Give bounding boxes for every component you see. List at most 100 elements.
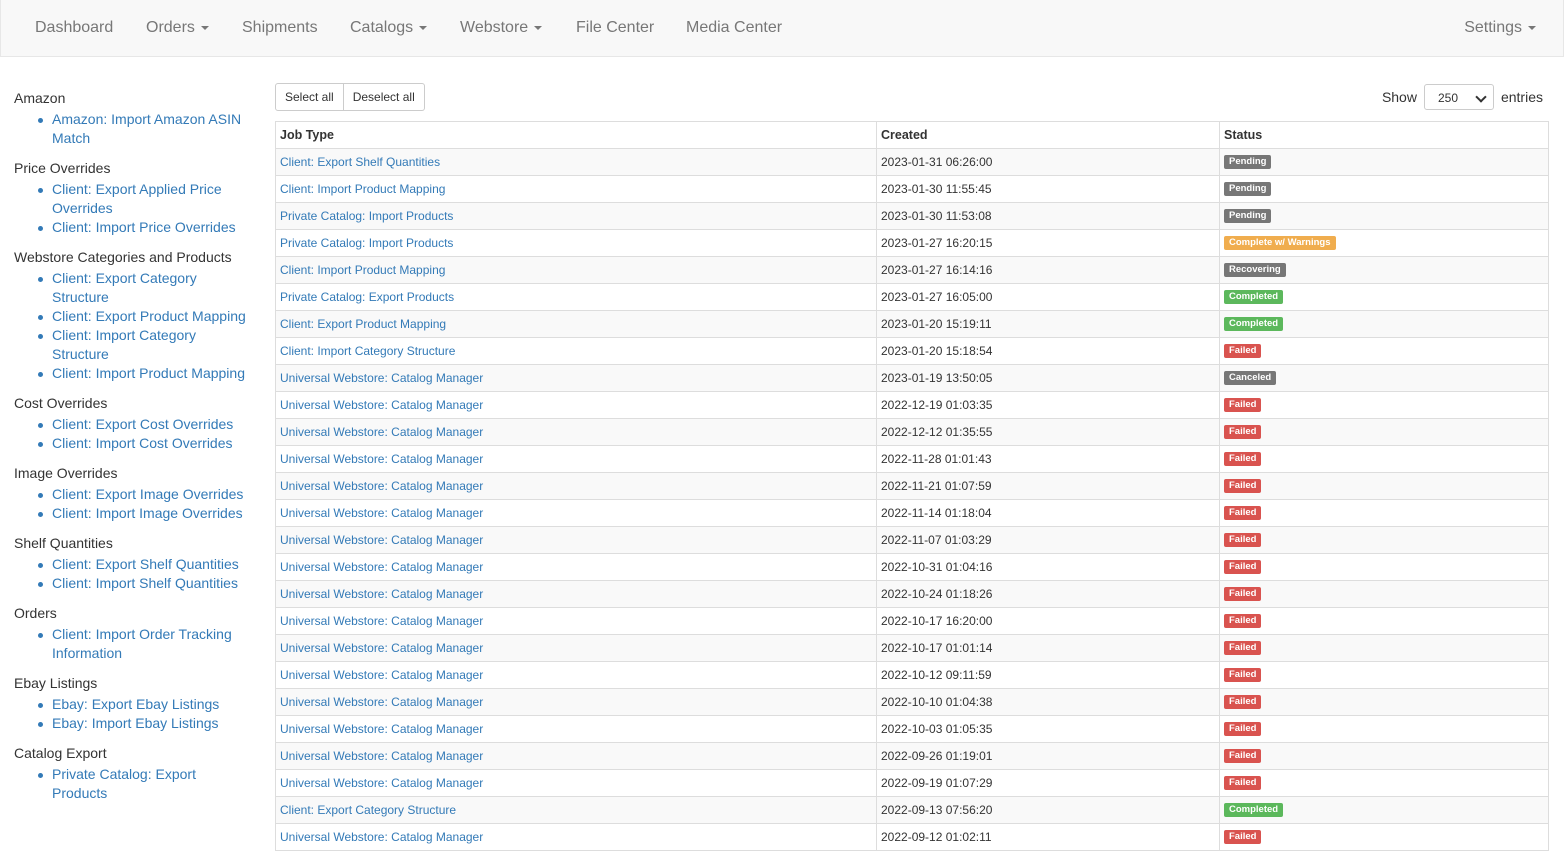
status-cell: Failed (1219, 526, 1549, 554)
sidebar-job-link[interactable]: Client: Import Shelf Quantities (52, 575, 238, 591)
nav-item-shipments[interactable]: Shipments (242, 0, 318, 56)
sidebar-link-list: Amazon: Import Amazon ASIN Match (14, 110, 254, 156)
job-type-link[interactable]: Client: Import Category Structure (280, 344, 455, 358)
created-cell: 2022-11-07 01:03:29 (876, 526, 1220, 554)
job-type-cell: Universal Webstore: Catalog Manager (275, 607, 877, 635)
status-badge: Pending (1224, 209, 1272, 224)
job-type-link[interactable]: Private Catalog: Export Products (280, 290, 454, 304)
job-type-link[interactable]: Universal Webstore: Catalog Manager (280, 614, 483, 628)
status-cell: Failed (1219, 418, 1549, 446)
sidebar-job-link[interactable]: Client: Import Price Overrides (52, 219, 236, 235)
nav-item-settings[interactable]: Settings (1464, 0, 1536, 56)
job-type-link[interactable]: Universal Webstore: Catalog Manager (280, 398, 483, 412)
job-type-cell: Universal Webstore: Catalog Manager (275, 472, 877, 500)
job-type-link[interactable]: Universal Webstore: Catalog Manager (280, 371, 483, 385)
table-row: Universal Webstore: Catalog Manager 2022-… (275, 769, 1549, 797)
created-cell: 2022-09-19 01:07:29 (876, 769, 1220, 797)
nav-item-webstore[interactable]: Webstore (460, 0, 543, 56)
status-cell: Failed (1219, 715, 1549, 743)
column-header-created[interactable]: Created (876, 121, 1220, 149)
status-badge: Failed (1224, 668, 1262, 683)
sidebar-job-link[interactable]: Client: Export Image Overrides (52, 486, 243, 502)
job-type-link[interactable]: Universal Webstore: Catalog Manager (280, 587, 483, 601)
column-header-status[interactable]: Status (1219, 121, 1549, 149)
job-type-link[interactable]: Universal Webstore: Catalog Manager (280, 425, 483, 439)
table-row: Client: Export Category Structure 2022-09… (275, 796, 1549, 824)
sidebar-job-link[interactable]: Client: Export Cost Overrides (52, 416, 233, 432)
sidebar-job-link[interactable]: Client: Export Shelf Quantities (52, 556, 239, 572)
job-type-link[interactable]: Private Catalog: Import Products (280, 236, 453, 250)
created-cell: 2022-10-10 01:04:38 (876, 688, 1220, 716)
sidebar-job-link[interactable]: Private Catalog: Export Products (52, 766, 196, 801)
sidebar-job-link[interactable]: Client: Export Product Mapping (52, 308, 246, 324)
job-type-cell: Client: Export Category Structure (275, 796, 877, 824)
job-type-cell: Universal Webstore: Catalog Manager (275, 715, 877, 743)
status-cell: Failed (1219, 634, 1549, 662)
job-type-link[interactable]: Universal Webstore: Catalog Manager (280, 506, 483, 520)
job-type-link[interactable]: Universal Webstore: Catalog Manager (280, 668, 483, 682)
nav-item-file-center[interactable]: File Center (576, 0, 654, 56)
status-cell: Failed (1219, 391, 1549, 419)
job-type-link[interactable]: Universal Webstore: Catalog Manager (280, 749, 483, 763)
sidebar-link-list: Private Catalog: Export Products (14, 765, 254, 811)
job-type-link[interactable]: Client: Export Product Mapping (280, 317, 446, 331)
job-type-cell: Universal Webstore: Catalog Manager (275, 418, 877, 446)
job-type-link[interactable]: Private Catalog: Import Products (280, 209, 453, 223)
job-type-link[interactable]: Universal Webstore: Catalog Manager (280, 533, 483, 547)
deselect-all-button[interactable]: Deselect all (343, 83, 425, 111)
table-row: Universal Webstore: Catalog Manager 2022-… (275, 715, 1549, 743)
status-badge: Failed (1224, 641, 1262, 656)
sidebar-group-title: Webstore Categories and Products (14, 249, 232, 265)
job-type-link[interactable]: Universal Webstore: Catalog Manager (280, 560, 483, 574)
job-type-link[interactable]: Universal Webstore: Catalog Manager (280, 776, 483, 790)
entries-show-label: Show (1381, 89, 1417, 105)
table-row: Universal Webstore: Catalog Manager 2022-… (275, 580, 1549, 608)
nav-item-catalogs[interactable]: Catalogs (350, 0, 428, 56)
sidebar-job-link[interactable]: Client: Import Product Mapping (52, 365, 245, 381)
table-row: Universal Webstore: Catalog Manager 2022-… (275, 391, 1549, 419)
sidebar-job-link[interactable]: Client: Import Order Tracking Informatio… (52, 626, 232, 661)
status-badge: Failed (1224, 452, 1262, 467)
job-type-link[interactable]: Client: Import Product Mapping (280, 182, 445, 196)
job-type-link[interactable]: Universal Webstore: Catalog Manager (280, 479, 483, 493)
nav-item-media-center[interactable]: Media Center (686, 0, 782, 56)
sidebar-job-link[interactable]: Client: Export Applied Price Overrides (52, 181, 222, 216)
job-type-cell: Client: Import Product Mapping (275, 175, 877, 203)
created-cell: 2023-01-27 16:20:15 (876, 229, 1220, 257)
sidebar-job-link[interactable]: Client: Import Image Overrides (52, 505, 243, 521)
sidebar-job-link[interactable]: Ebay: Export Ebay Listings (52, 696, 219, 712)
job-type-link[interactable]: Universal Webstore: Catalog Manager (280, 695, 483, 709)
sidebar-job-link[interactable]: Client: Import Category Structure (52, 327, 196, 362)
entries-select[interactable]: 250 (1423, 84, 1494, 110)
nav-item-dashboard[interactable]: Dashboard (35, 0, 113, 56)
job-type-link[interactable]: Universal Webstore: Catalog Manager (280, 452, 483, 466)
nav-item-label: Webstore (460, 19, 529, 36)
caret-down-icon (200, 25, 209, 30)
status-cell: Completed (1219, 310, 1549, 338)
job-type-link[interactable]: Universal Webstore: Catalog Manager (280, 722, 483, 736)
top-navbar: Dashboard Orders Shipments Catalogs Webstore… (0, 0, 1564, 57)
nav-item-label: Catalogs (350, 19, 414, 36)
sidebar-job-link[interactable]: Amazon: Import Amazon ASIN Match (52, 111, 241, 146)
sidebar-link-list: Client: Export Image Overrides Client: Im… (14, 485, 254, 531)
status-badge: Failed (1224, 506, 1262, 521)
job-type-link[interactable]: Client: Export Category Structure (280, 803, 456, 817)
nav-item-orders[interactable]: Orders (146, 0, 209, 56)
table-row: Client: Export Shelf Quantities 2023-01-3… (275, 148, 1549, 176)
sidebar-job-link[interactable]: Client: Export Category Structure (52, 270, 197, 305)
created-cell: 2022-10-17 01:01:14 (876, 634, 1220, 662)
column-header-job-type[interactable]: Job Type (275, 121, 877, 149)
job-type-cell: Client: Export Shelf Quantities (275, 148, 877, 176)
select-all-button[interactable]: Select all (275, 83, 344, 111)
job-type-cell: Client: Import Product Mapping (275, 256, 877, 284)
job-type-link[interactable]: Universal Webstore: Catalog Manager (280, 830, 483, 844)
table-row: Client: Import Category Structure 2023-01… (275, 337, 1549, 365)
sidebar-job-link[interactable]: Client: Import Cost Overrides (52, 435, 233, 451)
caret-down-icon (1528, 25, 1536, 30)
job-type-link[interactable]: Client: Import Product Mapping (280, 263, 445, 277)
job-type-cell: Universal Webstore: Catalog Manager (275, 769, 877, 797)
job-type-link[interactable]: Client: Export Shelf Quantities (280, 155, 440, 169)
job-type-link[interactable]: Universal Webstore: Catalog Manager (280, 641, 483, 655)
nav-item-label: Settings (1464, 19, 1522, 36)
sidebar-job-link[interactable]: Ebay: Import Ebay Listings (52, 715, 219, 731)
